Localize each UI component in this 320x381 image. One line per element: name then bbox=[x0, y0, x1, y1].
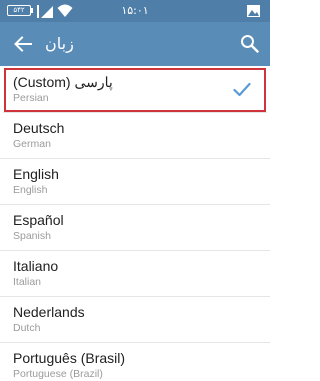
language-name: Italiano bbox=[13, 258, 59, 274]
language-item-italian[interactable]: Italiano Italian bbox=[0, 251, 270, 297]
language-settings-screen: ۵۴۲ ۱۵:۰۱ زبان (Custom) پارسی Persian De… bbox=[0, 0, 270, 381]
action-bar: زبان bbox=[0, 22, 270, 66]
language-subtitle: English bbox=[13, 184, 48, 196]
language-name: Nederlands bbox=[13, 304, 85, 320]
language-name: (Custom) پارسی bbox=[13, 74, 113, 90]
status-clock: ۱۵:۰۱ bbox=[121, 4, 149, 17]
language-subtitle: Spanish bbox=[13, 230, 51, 242]
language-subtitle: Persian bbox=[13, 92, 49, 104]
language-name: Deutsch bbox=[13, 120, 65, 136]
language-item-persian[interactable]: (Custom) پارسی Persian bbox=[3, 67, 267, 113]
gallery-icon bbox=[247, 5, 260, 17]
page-title: زبان bbox=[45, 34, 74, 53]
language-subtitle: German bbox=[13, 138, 51, 150]
language-list: (Custom) پارسی Persian Deutsch German En… bbox=[0, 66, 270, 381]
language-name: English bbox=[13, 166, 59, 182]
search-icon[interactable] bbox=[240, 34, 259, 53]
language-item-german[interactable]: Deutsch German bbox=[0, 113, 270, 159]
language-item-dutch[interactable]: Nederlands Dutch bbox=[0, 297, 270, 343]
language-name: Español bbox=[13, 212, 64, 228]
checkmark-icon bbox=[233, 82, 251, 97]
arrow-left-icon[interactable] bbox=[12, 33, 34, 55]
language-item-portuguese-brazil[interactable]: Português (Brasil) Portuguese (Brazil) bbox=[0, 343, 270, 381]
language-subtitle: Portuguese (Brazil) bbox=[13, 368, 103, 380]
language-subtitle: Italian bbox=[13, 276, 42, 288]
language-item-spanish[interactable]: Español Spanish bbox=[0, 205, 270, 251]
language-name: Português (Brasil) bbox=[13, 350, 126, 366]
language-subtitle: Dutch bbox=[13, 322, 41, 334]
status-bar: ۵۴۲ ۱۵:۰۱ bbox=[0, 0, 270, 22]
language-item-english[interactable]: English English bbox=[0, 159, 270, 205]
